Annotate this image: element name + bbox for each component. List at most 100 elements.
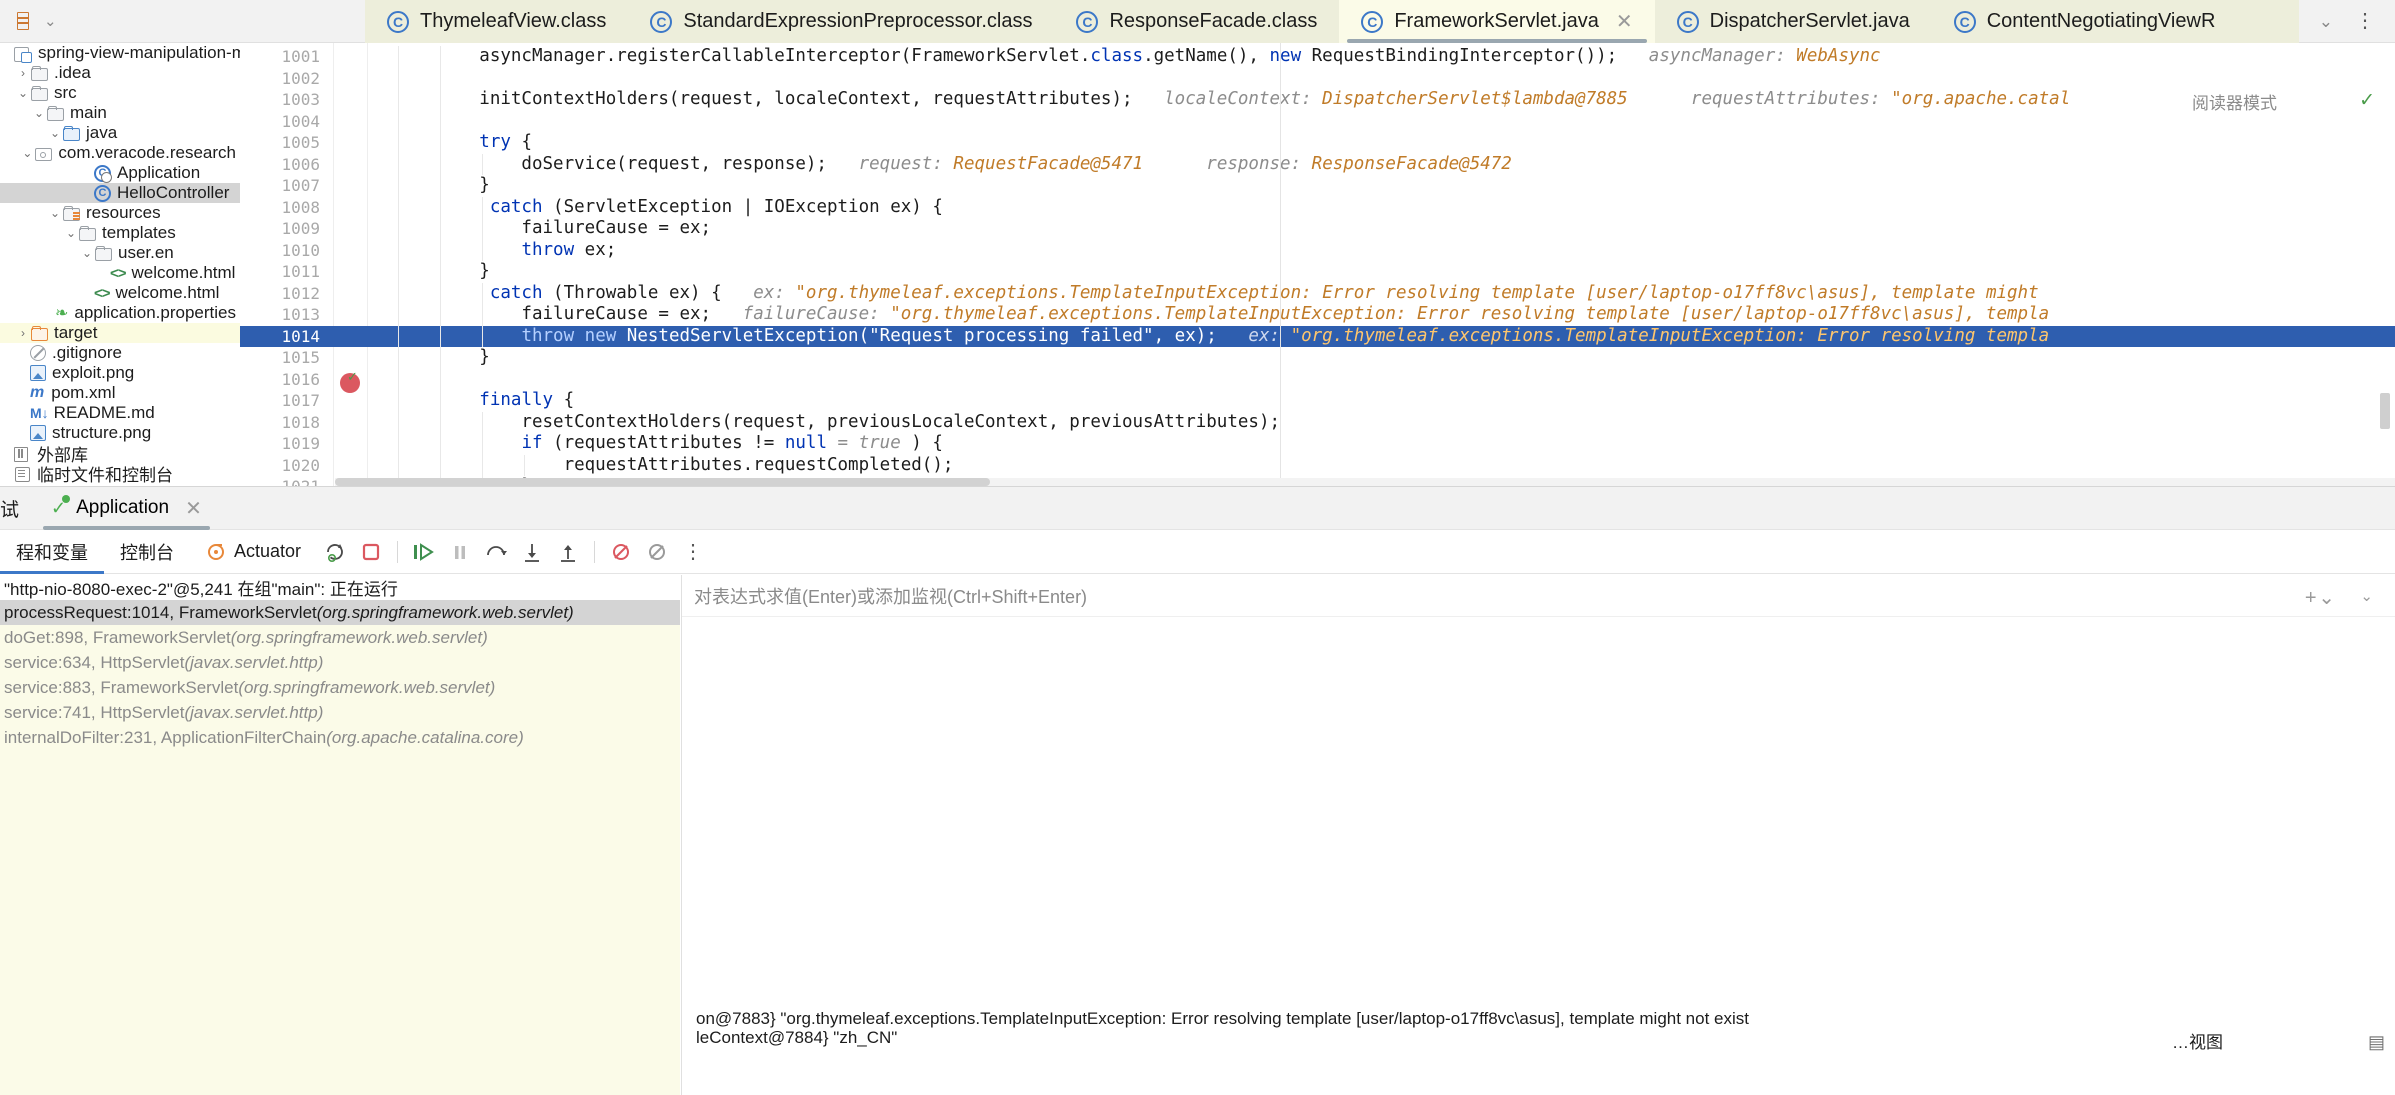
tree-item[interactable]: ·structure.png [0,423,240,443]
tree-item[interactable]: · .gitignore [0,343,240,363]
frame-row[interactable]: service:741, HttpServlet (javax.servlet.… [0,700,680,725]
editor-tab[interactable]: C ResponseFacade.class [1054,0,1340,43]
code-line[interactable]: 1005 try { [240,132,2395,154]
frame-row[interactable]: service:634, HttpServlet (javax.servlet.… [0,650,680,675]
frame-row[interactable]: service:883, FrameworkServlet (org.sprin… [0,675,680,700]
chevron-down-icon[interactable]: ⌄ [20,146,34,160]
frame-row[interactable]: processRequest:1014, FrameworkServlet (o… [0,600,680,625]
chevron-down-icon[interactable]: ⌄ [48,126,62,140]
tree-item[interactable]: ⌄ user.en [0,243,240,263]
rerun-icon[interactable] [317,530,353,574]
variables-panel[interactable]: 对表达式求值(Enter)或添加监视(Ctrl+Shift+Enter) + ⌄… [681,575,2395,1095]
code-line[interactable]: 1006 doService(request, response); reque… [240,153,2395,175]
tree-item[interactable]: ⌄ com.veracode.research [0,143,240,163]
code-line[interactable]: 1012 catch (Throwable ex) { ex: "org.thy… [240,282,2395,304]
tree-item[interactable]: ·C Application [0,163,240,183]
step-over-icon[interactable] [478,530,514,574]
tree-item[interactable]: ·<>welcome.html [0,263,240,283]
variable-row-1[interactable]: on@7883} "org.thymeleaf.exceptions.Templ… [696,1009,1749,1029]
code-editor[interactable]: 1001 asyncManager.registerCallableInterc… [240,43,2395,486]
code-line[interactable]: 1013 failureCause = ex; failureCause: "o… [240,304,2395,326]
close-icon[interactable]: ✕ [185,496,202,521]
code-line[interactable]: 1020 requestAttributes.requestCompleted(… [240,454,2395,476]
tree-item[interactable]: › target [0,323,240,343]
chevron-down-icon[interactable]: ⌄ [32,106,46,120]
editor-tab[interactable]: C StandardExpressionPreprocessor.class [628,0,1055,43]
reader-mode-label[interactable]: 阅读器模式 [2192,89,2277,114]
resume-icon[interactable] [406,530,442,574]
tree-item[interactable]: › .idea [0,63,240,83]
step-into-icon[interactable] [514,530,550,574]
tree-item[interactable]: ⌄ java [0,123,240,143]
frame-row[interactable]: internalDoFilter:231, ApplicationFilterC… [0,725,680,750]
code-line[interactable]: 1008 catch (ServletException | IOExcepti… [240,196,2395,218]
editor-tab[interactable]: C DispatcherServlet.java [1654,0,1932,43]
tree-item[interactable]: ⌄ src [0,83,240,103]
variable-row-2[interactable]: leContext@7884} "zh_CN" [696,1028,897,1048]
code-line[interactable]: 1019 if (requestAttributes != null = tru… [240,433,2395,455]
step-out-icon[interactable] [550,530,586,574]
no-breakpoints-icon[interactable] [639,530,675,574]
tree-item[interactable]: ·C HelloController [0,183,240,203]
tree-item[interactable]: ⌄ resources [0,203,240,223]
close-icon[interactable]: ✕ [1616,9,1633,34]
tree-item[interactable]: · exploit.png [0,363,240,383]
tab-threads-and-variables[interactable]: 程和变量 [0,530,104,574]
inspection-ok-icon[interactable]: ✓ [2359,89,2375,112]
code-line-current[interactable]: 1014 throw new NestedServletException("R… [240,325,2395,347]
stop-icon[interactable] [353,530,389,574]
editor-hscrollbar-thumb[interactable] [335,478,990,486]
chevron-right-icon[interactable]: › [16,66,30,80]
chevron-down-icon[interactable]: ⌄ [16,86,30,100]
tree-item[interactable]: ·<>welcome.html [0,283,240,303]
code-line[interactable]: 1017 finally { [240,390,2395,412]
code-line[interactable]: 1002 [240,67,2395,89]
code-line[interactable]: 1011 } [240,261,2395,283]
editor-vscrollbar-thumb[interactable] [2380,393,2390,429]
chevron-down-icon[interactable]: ⌄ [2319,13,2333,30]
project-tree[interactable]: · spring-view-manipulation-master [ja › .id… [0,43,240,486]
chevron-down-icon[interactable]: ⌄ [80,246,94,260]
tree-item[interactable]: ⌄ main [0,103,240,123]
evaluate-expression-field[interactable]: 对表达式求值(Enter)或添加监视(Ctrl+Shift+Enter) [682,575,2395,617]
tree-item[interactable]: ·m pom.xml [0,383,240,403]
code-lines[interactable]: 1001 asyncManager.registerCallableInterc… [240,43,2395,486]
frame-row[interactable]: doGet:898, FrameworkServlet (org.springf… [0,625,680,650]
pause-icon[interactable] [442,530,478,574]
add-watch-icon[interactable]: + ⌄ [2305,585,2335,610]
breakpoint-icon[interactable] [340,369,360,393]
tree-item[interactable]: ⌄ templates [0,223,240,243]
code-line[interactable]: 1003 initContextHolders(request, localeC… [240,89,2395,111]
chevron-down-icon[interactable]: ⌄ [48,206,62,220]
code-line[interactable]: 1001 asyncManager.registerCallableInterc… [240,46,2395,68]
code-line[interactable]: 1007 } [240,175,2395,197]
editor-tab[interactable]: C ContentNegotiatingViewR [1931,0,2238,43]
code-line[interactable]: 1016 [240,368,2395,390]
more-icon[interactable]: ⋮ [675,530,711,574]
layout-settings-icon[interactable]: ▤ [2368,1032,2385,1053]
mute-breakpoints-icon[interactable] [603,530,639,574]
frames-list[interactable]: "http-nio-8080-exec-2"@5,241 在组"main": 正… [0,575,680,1095]
editor-tab[interactable]: C ThymeleafView.class [365,0,629,43]
code-line[interactable]: 1018 resetContextHolders(request, previo… [240,411,2395,433]
tab-console[interactable]: 控制台 [104,530,190,574]
chevron-right-icon[interactable]: › [16,326,30,340]
project-selector[interactable]: ⌄ [0,0,365,43]
tree-item[interactable]: · 临时文件和控制台 [0,463,240,485]
chevron-down-icon[interactable]: ⌄ [44,14,57,29]
thread-row[interactable]: "http-nio-8080-exec-2"@5,241 在组"main": 正… [0,575,680,600]
code-line[interactable]: 1009 failureCause = ex; [240,218,2395,240]
debug-session-tab-application[interactable]: ✓ Application ✕ [37,487,216,530]
chevron-down-icon[interactable]: ⌄ [64,226,78,240]
tab-actuator[interactable]: Actuator [190,530,317,574]
editor-tab-label: FrameworkServlet.java [1394,10,1599,32]
code-line[interactable]: 1010 throw ex; [240,239,2395,261]
code-line[interactable]: 1015 } [240,347,2395,369]
tree-item[interactable]: · spring-view-manipulation-master [ja [0,43,240,63]
code-line[interactable]: 1004 [240,110,2395,132]
chevron-down-icon[interactable]: ⌄ [2360,587,2373,605]
tree-item[interactable]: ·M↓README.md [0,403,240,423]
more-icon[interactable]: ⋮ [2355,11,2375,31]
editor-tab[interactable]: C FrameworkServlet.java ✕ [1339,0,1655,43]
tree-item[interactable]: ·❧ application.properties [0,303,240,323]
